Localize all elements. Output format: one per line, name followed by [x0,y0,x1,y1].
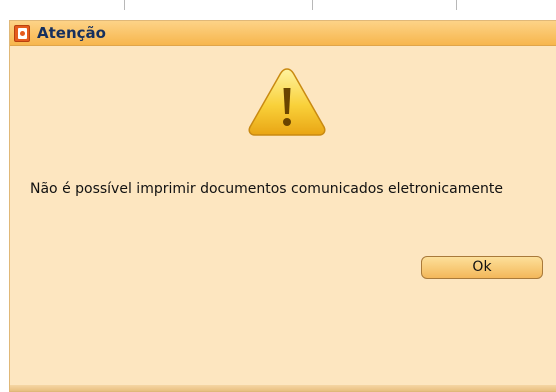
ok-button[interactable]: Ok [421,256,543,279]
document-alert-icon [14,25,30,42]
dialog-title: Atenção [37,24,106,42]
alert-message: Não é possível imprimir documentos comun… [30,181,503,197]
background-page-strip [0,0,556,12]
background-column-divider [456,0,457,10]
background-column-divider [312,0,313,10]
background-column-divider [124,0,125,10]
alert-dialog: Atenção Não é possível imprimir document… [9,20,556,392]
warning-triangle-icon [248,68,326,136]
dialog-titlebar[interactable]: Atenção [10,21,556,46]
dialog-bottom-edge [10,385,556,391]
